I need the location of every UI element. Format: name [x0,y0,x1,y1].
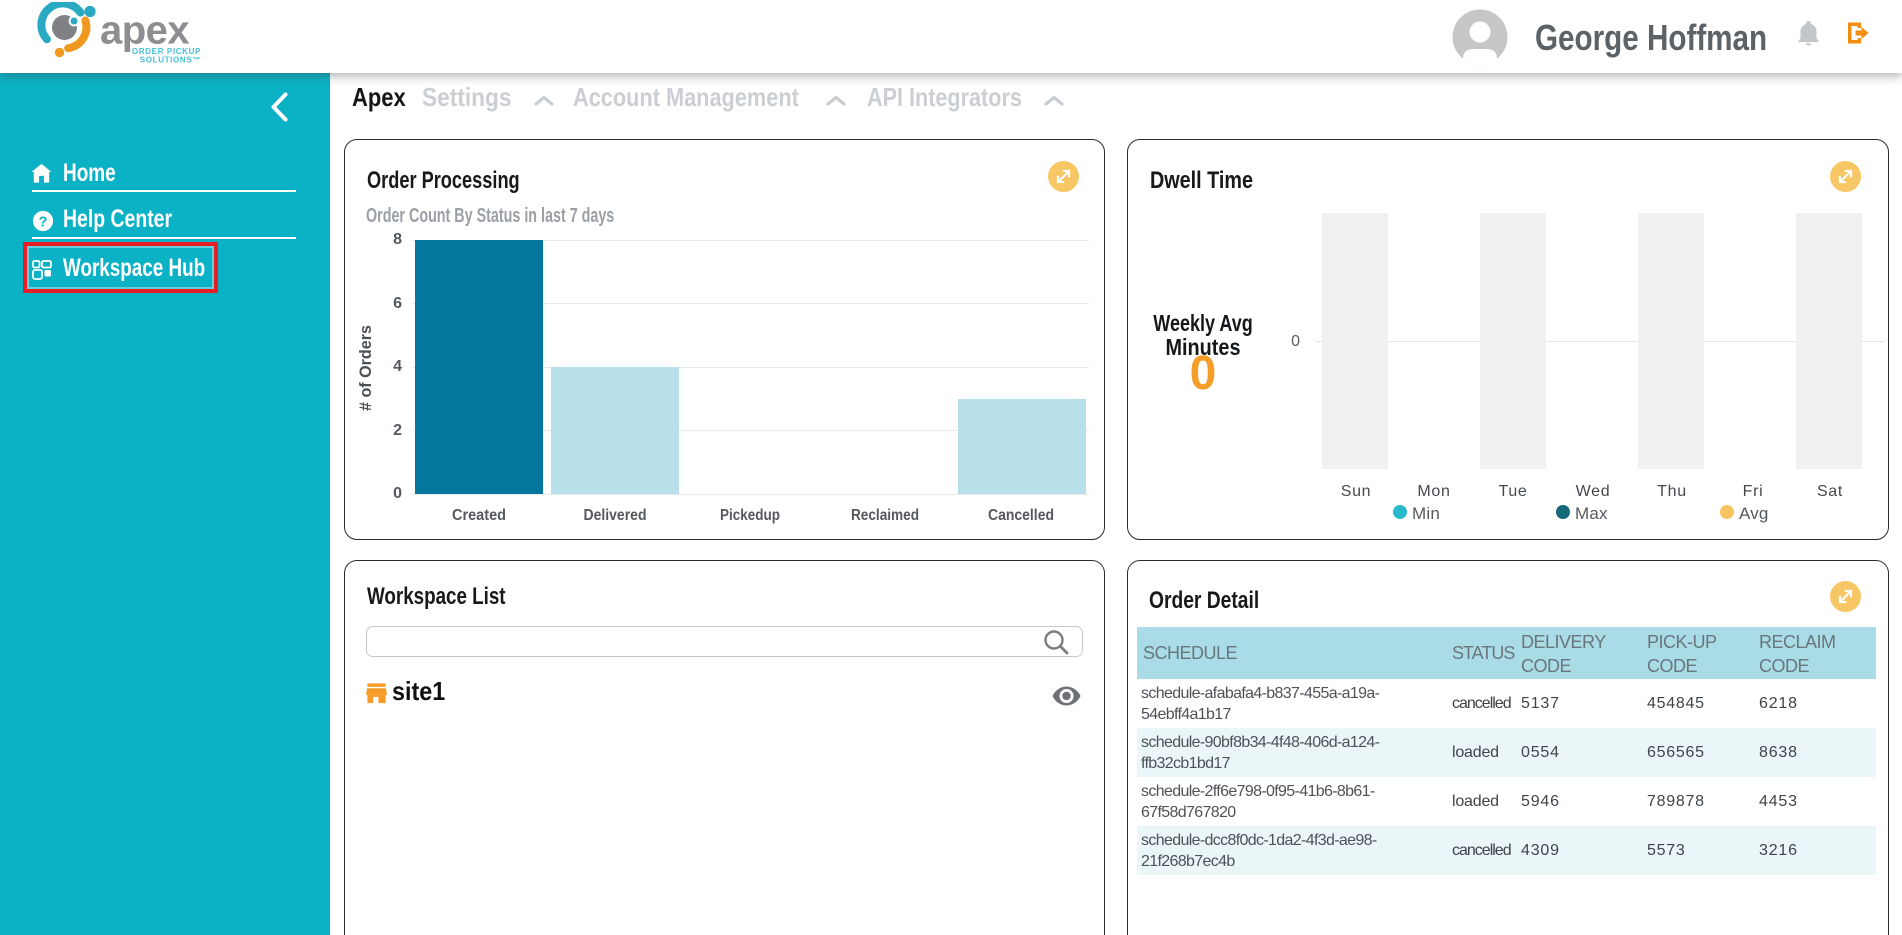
svg-text:ORDER PICKUP: ORDER PICKUP [132,47,201,56]
svg-text:?: ? [39,215,48,231]
svg-text:SOLUTIONS™: SOLUTIONS™ [140,56,201,65]
svg-text:apex: apex [100,9,189,53]
